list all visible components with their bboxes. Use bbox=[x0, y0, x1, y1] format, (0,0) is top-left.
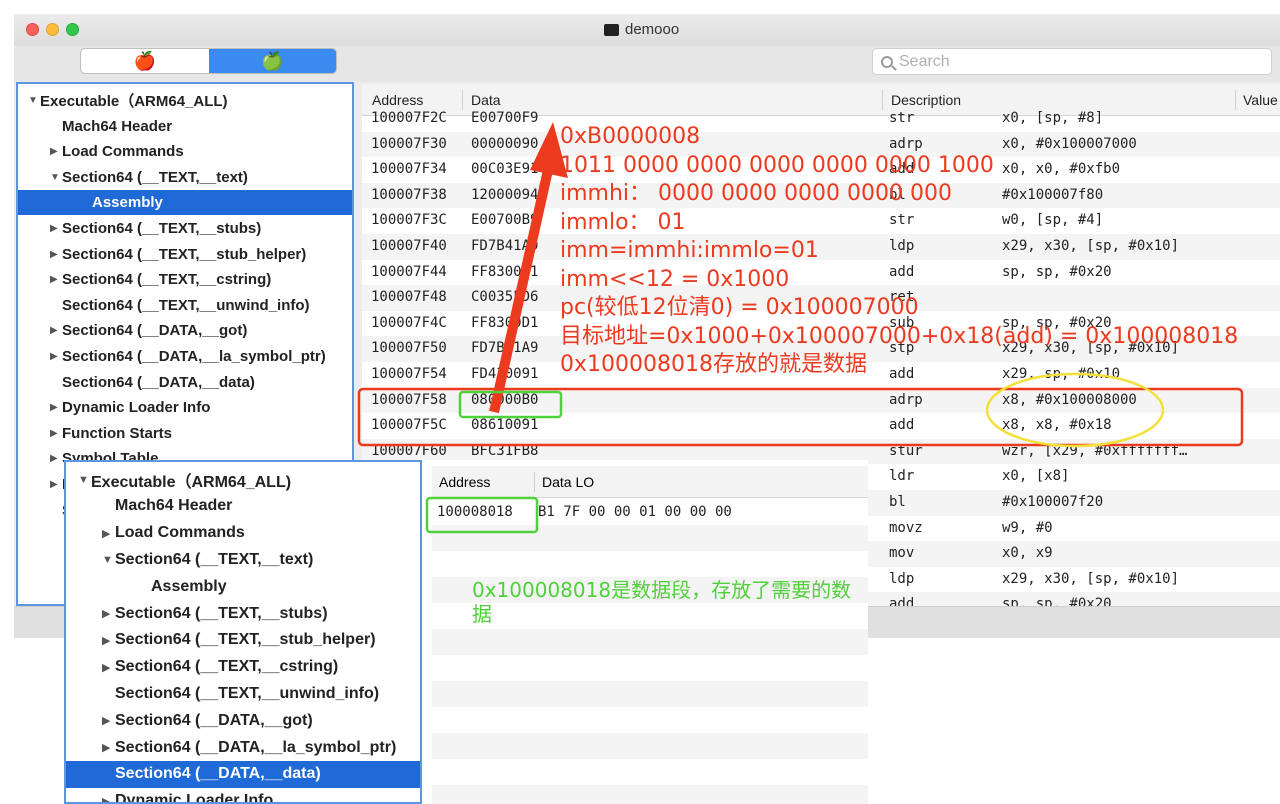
red-annotation-line: 1011 0000 0000 0000 0000 0000 1000 bbox=[560, 152, 994, 178]
red-annotation-line: immhi： 0000 0000 0000 0000 000 bbox=[560, 181, 952, 206]
red-annotation-line: 目标地址=0x1000+0x100007000+0x18(add) = 0x10… bbox=[560, 323, 1239, 349]
red-annotation-line: imm<<12 = 0x1000 bbox=[560, 266, 790, 292]
red-annotation-line: 0x100008018存放的就是数据 bbox=[560, 352, 867, 377]
annotation-layer bbox=[357, 122, 1244, 534]
green-annotation-text: 0x100008018是数据段，存放了需要的数据 bbox=[472, 578, 852, 626]
green-box-address bbox=[425, 496, 539, 534]
red-arrow-shaft bbox=[489, 168, 553, 414]
red-annotation-line: immlo： 01 bbox=[560, 209, 686, 235]
red-annotation-line: 0xB0000008 bbox=[560, 124, 701, 149]
red-annotation-line: pc(较低12位清0) = 0x100007000 bbox=[560, 295, 919, 320]
green-box-opcode bbox=[458, 390, 563, 419]
red-annotation-line: imm=immhi:immlo=01 bbox=[560, 238, 819, 263]
yellow-highlight-ellipse bbox=[985, 372, 1165, 448]
red-annotation-text: 0xB0000008 1011 0000 0000 0000 0000 0000 … bbox=[560, 123, 1238, 380]
